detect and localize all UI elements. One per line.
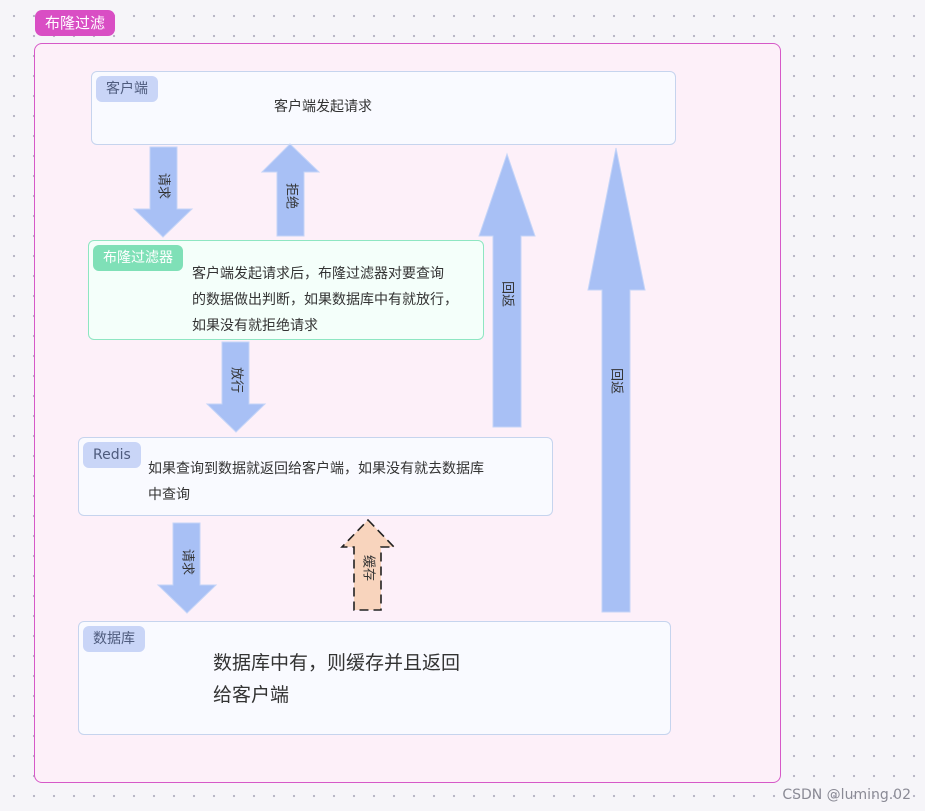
pass-arrow[interactable]: 放行 bbox=[205, 341, 267, 433]
db-request-arrow-label: 请求 bbox=[180, 549, 195, 575]
watermark: CSDN @luming.02 bbox=[782, 787, 911, 803]
db-request-arrow[interactable]: 请求 bbox=[156, 522, 218, 614]
redis-return-arrow[interactable]: 回返 bbox=[478, 152, 536, 428]
redis-return-arrow-label: 回返 bbox=[500, 281, 515, 307]
request-arrow[interactable]: 请求 bbox=[132, 146, 194, 238]
cache-arrow-label: 缓存 bbox=[361, 555, 376, 581]
flow-arrows: 请求 拒绝 放行 回返 回返 请求 缓存 bbox=[132, 143, 646, 614]
reject-arrow-label: 拒绝 bbox=[284, 183, 300, 209]
pass-arrow-label: 放行 bbox=[229, 367, 244, 393]
database-return-arrow[interactable]: 回返 bbox=[587, 147, 646, 613]
cache-arrow[interactable]: 缓存 bbox=[340, 518, 396, 611]
request-arrow-label: 请求 bbox=[156, 173, 171, 199]
reject-arrow[interactable]: 拒绝 bbox=[260, 143, 321, 237]
database-return-arrow-label: 回返 bbox=[609, 368, 624, 394]
